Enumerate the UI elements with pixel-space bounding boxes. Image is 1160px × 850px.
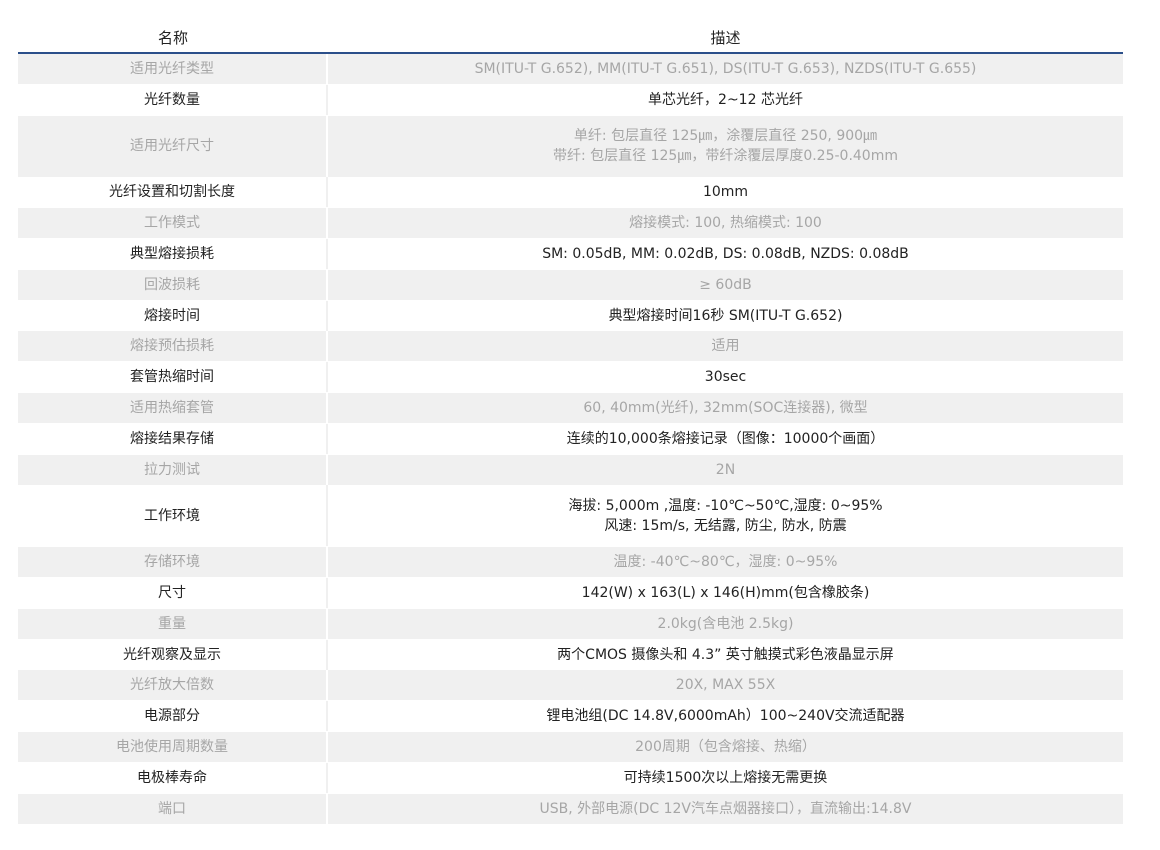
spec-name: 适用热缩套管: [18, 392, 328, 423]
spec-name: 电极棒寿命: [18, 762, 328, 793]
spec-name: 光纤观察及显示: [18, 639, 328, 670]
spec-description: 适用: [328, 331, 1123, 362]
spec-description: 142(W) x 163(L) x 146(H)mm(包含橡胶条): [328, 577, 1123, 608]
spec-name: 工作模式: [18, 208, 328, 239]
table-row: 适用热缩套管 60, 40mm(光纤), 32mm(SOC连接器), 微型: [18, 392, 1123, 423]
description-line: 30sec: [704, 369, 747, 386]
spec-name: 工作环境: [18, 485, 328, 547]
description-line: SM: 0.05dB, MM: 0.02dB, DS: 0.08dB, NZDS…: [542, 245, 909, 262]
description-line: 20X, MAX 55X: [675, 677, 776, 694]
spec-description: 30sec: [328, 362, 1123, 393]
table-row: 端口 USB, 外部电源(DC 12V汽车点烟器接口），直流输出:14.8V: [18, 793, 1123, 824]
description-line: ≥ 60dB: [699, 276, 752, 293]
description-line: 2.0kg(含电池 2.5kg): [657, 615, 794, 632]
spec-description: SM(ITU-T G.652), MM(ITU-T G.651), DS(ITU…: [328, 54, 1123, 84]
table-body: 适用光纤类型 SM(ITU-T G.652), MM(ITU-T G.651), …: [18, 54, 1123, 824]
description-line: 可持续1500次以上熔接无需更换: [623, 769, 828, 786]
description-line: 海拔: 5,000m ,温度: -10℃~50℃,湿度: 0~95%: [568, 497, 883, 514]
spec-description: 2.0kg(含电池 2.5kg): [328, 608, 1123, 639]
table-row: 重量 2.0kg(含电池 2.5kg): [18, 608, 1123, 639]
table-row: 光纤放大倍数 20X, MAX 55X: [18, 670, 1123, 701]
spec-name: 光纤设置和切割长度: [18, 177, 328, 208]
description-line: 200周期（包含熔接、热缩）: [635, 738, 816, 755]
table-row: 光纤设置和切割长度 10mm: [18, 177, 1123, 208]
description-line: SM(ITU-T G.652), MM(ITU-T G.651), DS(ITU…: [474, 61, 977, 77]
spec-name: 套管热缩时间: [18, 362, 328, 393]
spec-name: 熔接时间: [18, 300, 328, 331]
spec-description: ≥ 60dB: [328, 269, 1123, 300]
description-line: 锂电池组(DC 14.8V,6000mAh）100~240V交流适配器: [546, 708, 905, 725]
description-line: 典型熔接时间16秒 SM(ITU-T G.652): [608, 307, 843, 324]
spec-name: 熔接预估损耗: [18, 331, 328, 362]
name-column-header: 名称: [157, 28, 188, 47]
spec-name: 尺寸: [18, 577, 328, 608]
table-row: 电极棒寿命 可持续1500次以上熔接无需更换: [18, 762, 1123, 793]
spec-description: 熔接模式: 100, 热缩模式: 100: [328, 208, 1123, 239]
spec-name: 电源部分: [18, 701, 328, 732]
table-row: 工作模式 熔接模式: 100, 热缩模式: 100: [18, 208, 1123, 239]
table-row: 适用光纤尺寸 单纤: 包层直径 125㎛，涂覆层直径 250, 900㎛ 带纤: 包…: [18, 115, 1123, 177]
spec-description: 可持续1500次以上熔接无需更换: [328, 762, 1123, 793]
table-row: 熔接时间 典型熔接时间16秒 SM(ITU-T G.652): [18, 300, 1123, 331]
spec-name: 拉力测试: [18, 454, 328, 485]
spec-description: 温度: -40℃~80℃，湿度: 0~95%: [328, 547, 1123, 578]
description-line: 单芯光纤，2~12 芯光纤: [648, 91, 803, 108]
table-row: 尺寸 142(W) x 163(L) x 146(H)mm(包含橡胶条): [18, 577, 1123, 608]
spec-description: 锂电池组(DC 14.8V,6000mAh）100~240V交流适配器: [328, 701, 1123, 732]
spec-description: 10mm: [328, 177, 1123, 208]
table-header: 名称 描述: [18, 22, 1123, 54]
table-row: 典型熔接损耗 SM: 0.05dB, MM: 0.02dB, DS: 0.08dB…: [18, 238, 1123, 269]
spec-description: 20X, MAX 55X: [328, 670, 1123, 701]
table-row: 拉力测试 2N: [18, 454, 1123, 485]
description-line: 风速: 15m/s, 无结露, 防尘, 防水, 防震: [604, 517, 847, 534]
spec-description: 单芯光纤，2~12 芯光纤: [328, 84, 1123, 115]
spec-name: 光纤放大倍数: [18, 670, 328, 701]
table-row: 光纤数量 单芯光纤，2~12 芯光纤: [18, 84, 1123, 115]
spec-description: 典型熔接时间16秒 SM(ITU-T G.652): [328, 300, 1123, 331]
spec-name: 端口: [18, 793, 328, 824]
spec-description: 2N: [328, 454, 1123, 485]
spec-name: 重量: [18, 608, 328, 639]
spec-description: 60, 40mm(光纤), 32mm(SOC连接器), 微型: [328, 392, 1123, 423]
description-line: 适用: [711, 338, 740, 355]
spec-description: SM: 0.05dB, MM: 0.02dB, DS: 0.08dB, NZDS…: [328, 238, 1123, 269]
spec-name: 存储环境: [18, 547, 328, 578]
description-line: 单纤: 包层直径 125㎛，涂覆层直径 250, 900㎛: [573, 128, 878, 145]
description-line: 两个CMOS 摄像头和 4.3” 英寸触摸式彩色液晶显示屏: [557, 646, 894, 663]
table-row: 适用光纤类型 SM(ITU-T G.652), MM(ITU-T G.651), …: [18, 54, 1123, 84]
spec-table: 名称 描述 适用光纤类型 SM(ITU-T G.652), MM(ITU-T G.…: [18, 22, 1123, 824]
spec-name: 适用光纤类型: [18, 54, 328, 84]
spec-name: 回波损耗: [18, 269, 328, 300]
table-row: 存储环境 温度: -40℃~80℃，湿度: 0~95%: [18, 547, 1123, 578]
description-line: 连续的10,000条熔接记录（图像：10000个画面）: [566, 430, 885, 447]
table-row: 工作环境 海拔: 5,000m ,温度: -10℃~50℃,湿度: 0~95% 风速…: [18, 485, 1123, 547]
spec-name: 光纤数量: [18, 84, 328, 115]
spec-description: 海拔: 5,000m ,温度: -10℃~50℃,湿度: 0~95% 风速: 15…: [328, 485, 1123, 547]
description-line: USB, 外部电源(DC 12V汽车点烟器接口），直流输出:14.8V: [539, 800, 912, 817]
spec-name: 电池使用周期数量: [18, 731, 328, 762]
spec-name: 适用光纤尺寸: [18, 115, 328, 177]
table-row: 光纤观察及显示 两个CMOS 摄像头和 4.3” 英寸触摸式彩色液晶显示屏: [18, 639, 1123, 670]
description-line: 10mm: [702, 184, 749, 201]
description-line: 温度: -40℃~80℃，湿度: 0~95%: [613, 554, 838, 571]
table-row: 套管热缩时间 30sec: [18, 362, 1123, 393]
description-line: 2N: [715, 461, 736, 478]
table-row: 回波损耗 ≥ 60dB: [18, 269, 1123, 300]
spec-description: 连续的10,000条熔接记录（图像：10000个画面）: [328, 423, 1123, 454]
spec-name: 熔接结果存储: [18, 423, 328, 454]
table-row: 电池使用周期数量 200周期（包含熔接、热缩）: [18, 731, 1123, 762]
spec-description: 单纤: 包层直径 125㎛，涂覆层直径 250, 900㎛带纤: 包层直径 12…: [328, 115, 1123, 177]
description-line: 熔接模式: 100, 热缩模式: 100: [629, 215, 822, 232]
spec-description: USB, 外部电源(DC 12V汽车点烟器接口），直流输出:14.8V: [328, 793, 1123, 824]
spec-description: 两个CMOS 摄像头和 4.3” 英寸触摸式彩色液晶显示屏: [328, 639, 1123, 670]
description-line: 60, 40mm(光纤), 32mm(SOC连接器), 微型: [583, 399, 868, 416]
description-line: 带纤: 包层直径 125㎛，带纤涂覆层厚度0.25-0.40mm: [552, 148, 898, 165]
table-row: 电源部分 锂电池组(DC 14.8V,6000mAh）100~240V交流适配器: [18, 701, 1123, 732]
spec-name: 典型熔接损耗: [18, 238, 328, 269]
table-row: 熔接预估损耗 适用: [18, 331, 1123, 362]
description-column-header: 描述: [710, 28, 741, 47]
description-line: 142(W) x 163(L) x 146(H)mm(包含橡胶条): [581, 584, 870, 601]
table-row: 熔接结果存储 连续的10,000条熔接记录（图像：10000个画面）: [18, 423, 1123, 454]
spec-description: 200周期（包含熔接、热缩）: [328, 731, 1123, 762]
